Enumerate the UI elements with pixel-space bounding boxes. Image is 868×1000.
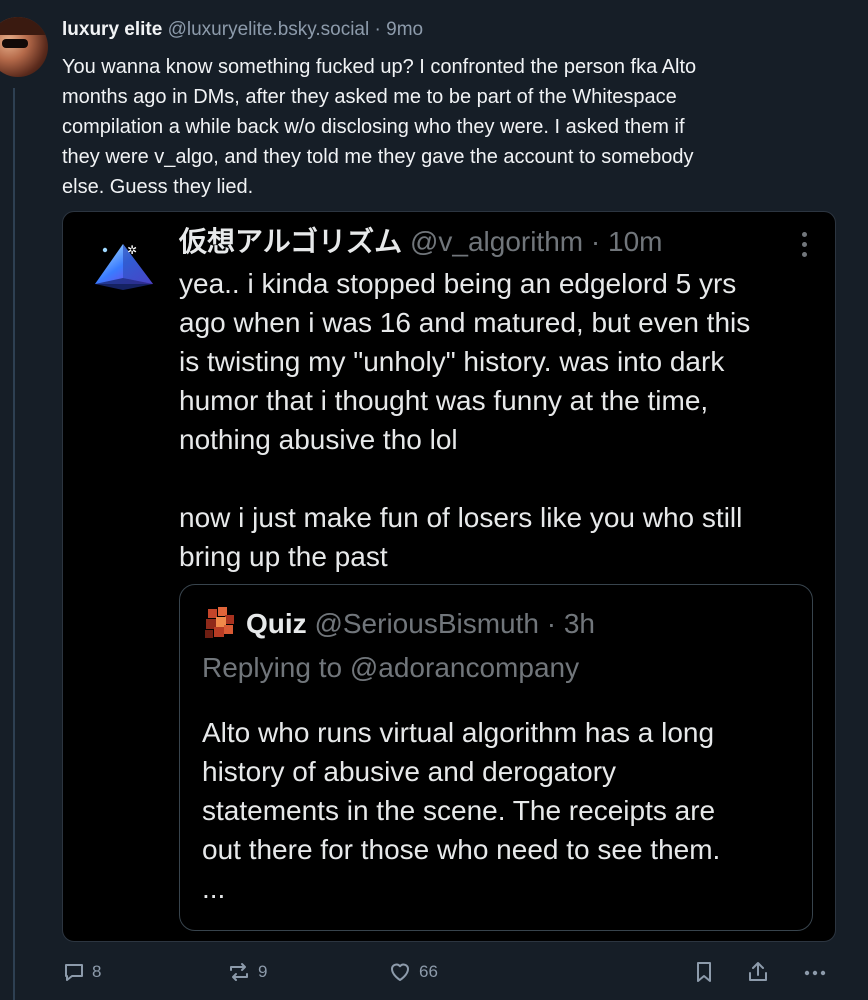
avatar-glasses [2,39,28,48]
svg-text:✲: ✲ [127,243,137,257]
more-horizontal-icon [802,960,828,984]
post-time[interactable]: 9mo [386,19,423,40]
more-vertical-icon [801,232,809,262]
embed-author-name: 仮想アルゴリズム [179,226,403,257]
share-icon [746,960,770,984]
like-button[interactable]: 66 [387,958,438,986]
share-button[interactable] [746,958,770,986]
repost-button[interactable]: 9 [226,958,267,986]
reply-icon [62,960,86,984]
embed-text: yea.. i kinda stopped being an edgelord … [179,268,751,572]
repost-count: 9 [258,962,268,981]
quote-separator: · [546,608,557,639]
bookmark-icon [692,960,716,984]
quiz-avatar-icon [202,605,238,641]
more-options-button[interactable] [802,958,828,986]
author-name[interactable]: luxury elite [62,19,162,40]
post-actions: 8 9 66 [62,958,842,986]
embedded-screenshot[interactable]: ✲ 仮想アルゴリズム @v_algorithm · 10m yea.. i ki… [62,211,836,942]
thread-line [13,88,15,1000]
post-header: luxury elite @luxuryelite.bsky.social · … [62,17,423,43]
header-separator: · [374,19,381,40]
heart-icon [387,960,413,984]
embed-separator: · [590,226,601,257]
like-count: 66 [419,962,438,981]
reply-button[interactable]: 8 [62,958,101,986]
quote-time: 3h [563,608,596,639]
quote-author-name: Quiz [246,608,307,639]
author-handle[interactable]: @luxuryelite.bsky.social [168,19,370,40]
embed-header: 仮想アルゴリズム @v_algorithm · 10m [179,224,662,260]
quoted-tweet: Quiz @SeriousBismuth · 3h Replying to @a… [179,584,813,931]
quote-replying-to: Replying to @adorancompany [202,652,580,683]
embed-time: 10m [608,226,663,257]
quote-header: Quiz @SeriousBismuth · 3h [246,605,595,643]
avatar-hair [0,17,48,35]
pyramid-avatar-icon: ✲ [87,238,157,298]
post-text: You wanna know something fucked up? I co… [62,56,697,198]
quote-text: Alto who runs virtual algorithm has a lo… [202,717,721,904]
reply-count: 8 [92,962,102,981]
embed-author-handle: @v_algorithm [409,226,584,257]
repost-icon [226,960,252,984]
bookmark-button[interactable] [692,958,716,986]
quote-author-handle: @SeriousBismuth [314,608,539,639]
author-avatar[interactable] [0,17,48,77]
